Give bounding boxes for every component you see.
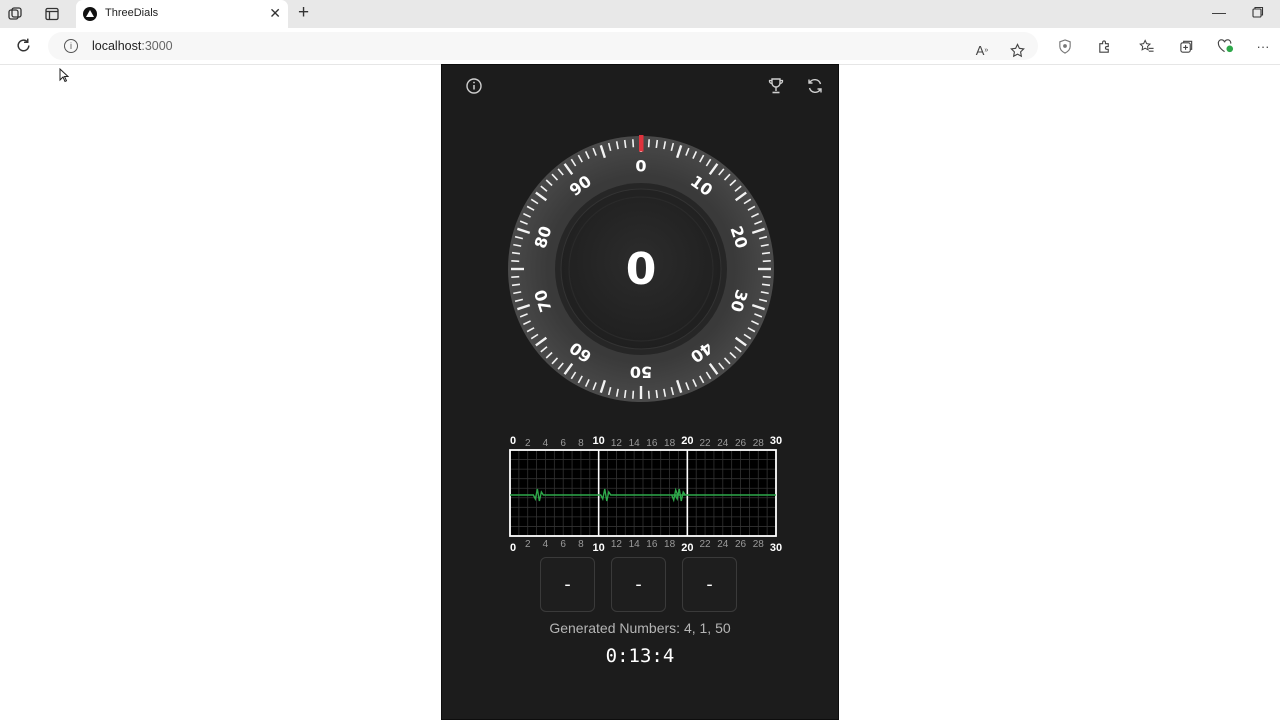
ecg-top-label: 10 <box>593 435 605 447</box>
url-host: localhost <box>92 39 142 53</box>
browser-essentials-icon[interactable] <box>1216 37 1234 55</box>
browser-tab-bar: ThreeDials ✕ + — <box>0 0 1280 28</box>
ecg-bottom-label: 4 <box>543 539 549 550</box>
extensions-icon[interactable] <box>1095 37 1113 55</box>
restore-icon[interactable] <box>1252 5 1264 21</box>
favorite-star-icon[interactable] <box>1008 41 1026 59</box>
ecg-bottom-label: 22 <box>700 539 712 550</box>
ecg-top-label: 12 <box>611 438 623 449</box>
ecg-bottom-label: 28 <box>753 539 765 550</box>
info-icon[interactable] <box>465 77 485 97</box>
ecg-top-label: 20 <box>681 435 693 447</box>
ecg-top-label: 24 <box>717 438 729 449</box>
ecg-top-label: 0 <box>510 435 516 447</box>
ecg-top-label: 22 <box>700 438 712 449</box>
reload-icon[interactable] <box>15 37 32 59</box>
ecg-bottom-label: 12 <box>611 539 623 550</box>
tab-actions-icon[interactable] <box>43 5 61 23</box>
number-slot-1[interactable]: - <box>540 557 595 612</box>
ecg-top-label: 4 <box>543 438 549 449</box>
refresh-icon[interactable] <box>806 77 826 97</box>
ecg-monitor: 0 10 20 30 2 4 6 8 12 14 16 18 22 24 26 28 0 10 20 30 2 4 6 8 12… <box>500 425 790 555</box>
ecg-bottom-label: 0 <box>510 542 516 554</box>
timer: 0:13:4 <box>605 645 675 667</box>
number-slots: - - - <box>540 557 740 613</box>
ecg-bottom-label: 8 <box>578 539 584 550</box>
ecg-top-label: 2 <box>525 438 531 449</box>
generated-numbers-text: Generated Numbers: 4, 1, 50 <box>549 620 731 636</box>
site-info-icon[interactable]: i <box>64 39 78 53</box>
more-menu-icon[interactable]: ··· <box>1254 37 1272 55</box>
ecg-bottom-label: 26 <box>735 539 747 550</box>
ecg-bottom-label: 6 <box>560 539 566 550</box>
workspaces-icon[interactable] <box>6 5 24 23</box>
favorites-icon[interactable] <box>1138 37 1156 55</box>
ecg-top-label: 16 <box>646 438 658 449</box>
url-port: :3000 <box>141 39 173 53</box>
mouse-cursor-icon <box>59 67 70 88</box>
url-field[interactable]: i localhost:3000 A» <box>48 32 1038 60</box>
address-bar: i localhost:3000 A» ··· <box>0 28 1280 65</box>
ecg-top-label: 14 <box>629 438 641 449</box>
three-dials-app: 0 10 20 30 40 50 60 70 80 90 0 0 10 20 30 2 4 6 8 12 14 16 1… <box>441 64 839 720</box>
ecg-top-label: 6 <box>560 438 566 449</box>
ecg-top-label: 28 <box>753 438 765 449</box>
ecg-bottom-label: 10 <box>593 542 605 554</box>
ecg-bottom-label: 30 <box>770 542 782 554</box>
ecg-bottom-label: 14 <box>629 539 641 550</box>
ecg-chart: 0 10 20 302 4 6 8 12 14 16 18 22 24 26 280 10 20 302 4 6 8 12… <box>509 435 782 554</box>
ecg-top-label: 26 <box>735 438 747 449</box>
minimize-icon[interactable]: — <box>1212 4 1226 20</box>
tab-title: ThreeDials <box>105 7 159 19</box>
ecg-bottom-label: 16 <box>646 539 658 550</box>
browser-tab[interactable]: ThreeDials ✕ <box>76 0 288 28</box>
ecg-bottom-label: 20 <box>681 542 693 554</box>
ecg-top-label: 30 <box>770 435 782 447</box>
ecg-bottom-label: 18 <box>664 539 676 550</box>
close-tab-icon[interactable]: ✕ <box>269 5 281 21</box>
collections-icon[interactable] <box>1177 37 1195 55</box>
ecg-bottom-label: 24 <box>717 539 729 550</box>
ecg-bottom-label: 2 <box>525 539 531 550</box>
dial-value: 0 <box>625 243 657 295</box>
shield-icon[interactable] <box>1056 37 1074 55</box>
app-favicon-icon <box>83 7 97 21</box>
number-slot-3[interactable]: - <box>682 557 737 612</box>
url-text: localhost:3000 <box>92 39 173 53</box>
ecg-top-label: 18 <box>664 438 676 449</box>
trophy-icon[interactable] <box>767 77 787 97</box>
read-aloud-icon[interactable]: A» <box>973 41 991 59</box>
new-tab-icon[interactable]: + <box>298 3 309 22</box>
ecg-top-label: 8 <box>578 438 584 449</box>
number-slot-2[interactable]: - <box>611 557 666 612</box>
